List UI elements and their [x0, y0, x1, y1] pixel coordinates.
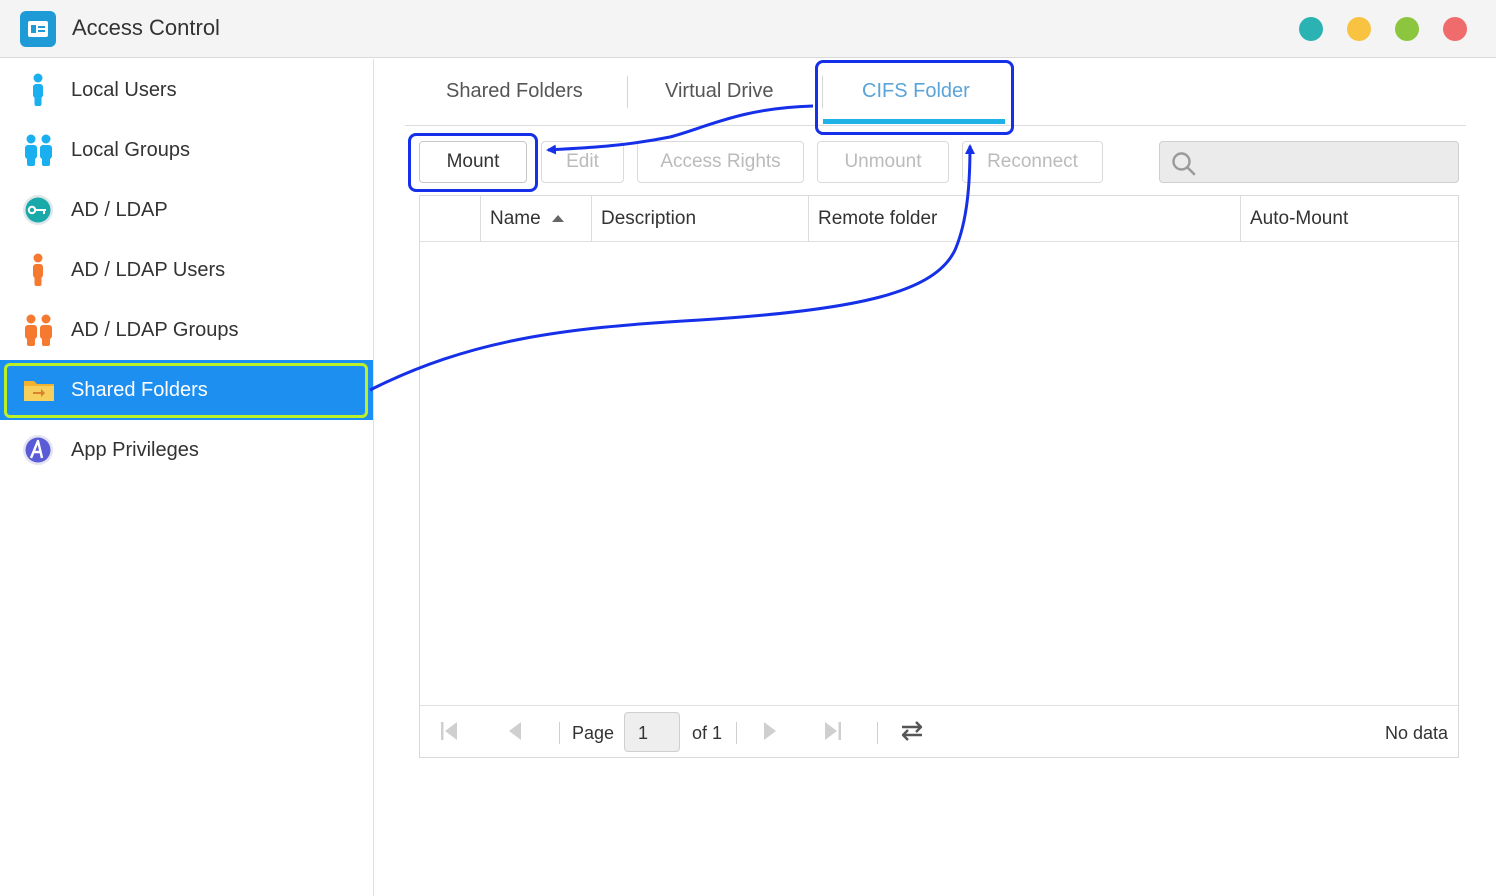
sidebar-item-app-privileges[interactable]: App Privileges — [0, 420, 373, 480]
tab-shared-folders[interactable]: Shared Folders — [446, 80, 583, 103]
search-icon — [1172, 152, 1196, 176]
sidebar-item-label: Shared Folders — [71, 379, 208, 401]
title-bar: Access Control — [0, 0, 1496, 58]
sidebar-item-label: Local Groups — [71, 139, 190, 161]
sidebar-item-local-users[interactable]: Local Users — [0, 60, 373, 120]
sidebar-item-shared-folders[interactable]: Shared Folders — [0, 360, 373, 420]
cifs-folder-table: Name Description Remote folder Auto-Moun… — [419, 195, 1459, 758]
column-header-description[interactable]: Description — [601, 196, 696, 242]
annotation-box-mount — [408, 133, 538, 192]
person-icon — [33, 73, 43, 106]
table-header: Name Description Remote folder Auto-Moun… — [420, 196, 1458, 242]
column-header-name[interactable]: Name — [490, 196, 541, 242]
next-page-icon[interactable] — [762, 721, 778, 741]
access-rights-button[interactable]: Access Rights — [637, 141, 804, 183]
column-divider — [591, 196, 592, 242]
unmount-button[interactable]: Unmount — [817, 141, 949, 183]
sidebar-item-ad-ldap[interactable]: AD / LDAP — [0, 180, 373, 240]
pager-divider — [736, 722, 737, 744]
sort-ascending-icon — [552, 215, 564, 222]
window-control-teal[interactable] — [1299, 17, 1323, 41]
window-control-minimize[interactable] — [1347, 17, 1371, 41]
sidebar-item-label: App Privileges — [71, 439, 199, 461]
group-icon — [25, 134, 52, 166]
access-control-app-icon — [20, 11, 56, 47]
reconnect-button[interactable]: Reconnect — [962, 141, 1103, 183]
first-page-icon[interactable] — [440, 721, 458, 741]
folder-icon — [24, 381, 54, 401]
sidebar-item-label: AD / LDAP Groups — [71, 319, 239, 341]
window-title: Access Control — [72, 15, 220, 40]
pager-divider — [877, 722, 878, 744]
sidebar-item-local-groups[interactable]: Local Groups — [0, 120, 373, 180]
tab-divider — [627, 76, 628, 108]
page-of-label: of 1 — [692, 723, 723, 743]
window-control-close[interactable] — [1443, 17, 1467, 41]
last-page-icon[interactable] — [824, 721, 842, 741]
edit-button[interactable]: Edit — [541, 141, 624, 183]
page-number-input[interactable]: 1 — [624, 712, 680, 752]
sidebar: Local Users Local Groups AD / LDAP AD / … — [0, 59, 374, 896]
sidebar-item-ad-ldap-groups[interactable]: AD / LDAP Groups — [0, 300, 373, 360]
sidebar-item-label: Local Users — [71, 79, 177, 101]
column-divider — [808, 196, 809, 242]
page-label: Page — [572, 723, 615, 743]
annotation-box-cifs-tab — [815, 60, 1014, 135]
column-divider — [1240, 196, 1241, 242]
tab-virtual-drive[interactable]: Virtual Drive — [665, 80, 774, 103]
pager-divider — [559, 722, 560, 744]
key-icon — [23, 195, 53, 225]
group-icon — [25, 314, 52, 346]
person-icon — [33, 253, 43, 286]
column-header-remote-folder[interactable]: Remote folder — [818, 196, 937, 242]
search-input[interactable] — [1159, 141, 1459, 183]
sidebar-item-ad-ldap-users[interactable]: AD / LDAP Users — [0, 240, 373, 300]
pagination-bar: Page 1 of 1 No data — [420, 705, 1458, 757]
refresh-icon[interactable] — [899, 719, 925, 743]
previous-page-icon[interactable] — [507, 721, 523, 741]
app-privileges-icon — [23, 435, 53, 465]
column-header-auto-mount[interactable]: Auto-Mount — [1250, 196, 1348, 242]
window-control-maximize[interactable] — [1395, 17, 1419, 41]
column-divider — [480, 196, 481, 242]
pager-status: No data — [1384, 723, 1448, 743]
sidebar-item-label: AD / LDAP Users — [71, 259, 226, 281]
sidebar-item-label: AD / LDAP — [71, 199, 168, 221]
